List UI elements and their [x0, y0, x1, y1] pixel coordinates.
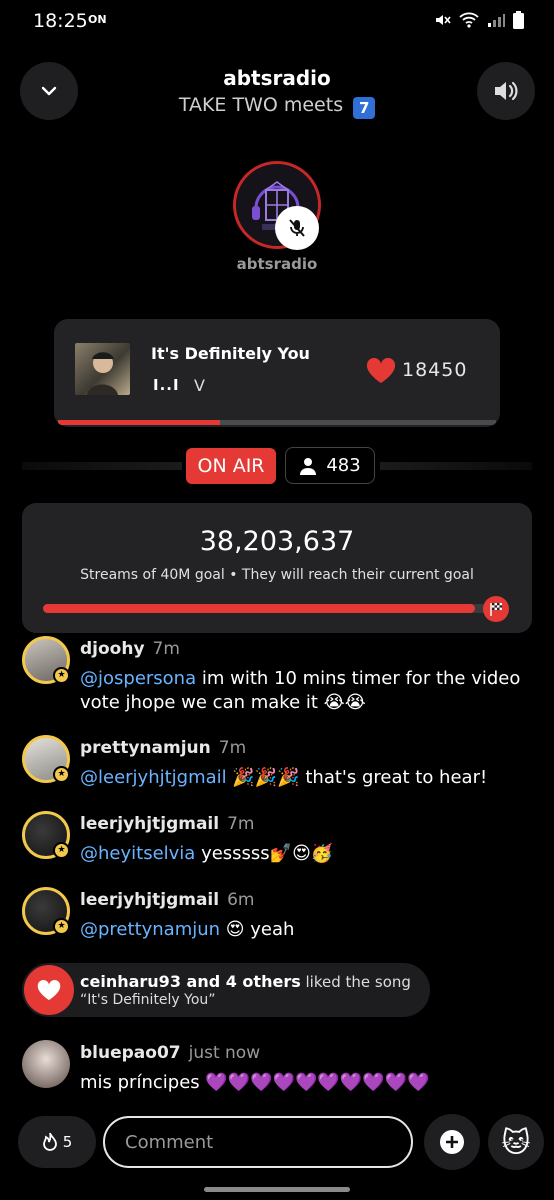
comment-username: prettynamjun — [80, 738, 211, 758]
status-time: 18:25 — [33, 10, 88, 32]
like-banner-line1: ceinharu93 and 4 others liked the song — [80, 972, 411, 991]
like-action: liked the song — [300, 973, 411, 991]
song-progress-fill — [58, 420, 221, 425]
wifi-icon — [459, 12, 479, 28]
speaker-icon — [495, 81, 518, 101]
status-icons — [433, 11, 524, 29]
status-bar: 18:25 ON — [0, 0, 554, 44]
bottom-bar: 5 🐱 — [0, 1114, 554, 1172]
comment-body: 🎉🎉🎉 that's great to hear! — [226, 767, 488, 788]
host-muted-badge — [275, 206, 319, 250]
comment-author: prettynamjun 7m — [80, 738, 246, 758]
flag-glyph — [490, 603, 502, 616]
star-badge-icon: ★ — [53, 918, 70, 935]
comment-input[interactable] — [103, 1116, 413, 1168]
checkered-flag-icon — [483, 596, 509, 622]
album-art — [75, 343, 130, 395]
room-subtitle: TAKE TWO meets 7 — [0, 94, 554, 119]
heart-icon[interactable] — [366, 358, 396, 384]
cat-emoji-button[interactable]: 🐱 — [488, 1114, 544, 1170]
mic-off-icon — [289, 219, 305, 237]
goal-progress-bar — [43, 604, 495, 613]
add-button[interactable] — [424, 1114, 480, 1170]
signal-icon — [488, 14, 505, 27]
song-liked-banner: ceinharu93 and 4 others liked the song “… — [22, 963, 430, 1017]
song-artist: V — [194, 376, 205, 395]
cat-icon: 🐱 — [501, 1125, 531, 1159]
heart-glyph — [37, 979, 61, 1000]
carrier-badge: ON — [88, 13, 107, 26]
comment-time: 7m — [152, 639, 180, 659]
star-badge-icon: ★ — [53, 842, 70, 859]
liked-song-title: “It's Definitely You” — [80, 992, 216, 1008]
comment-text: mis príncipes 💜💜💜💜💜💜💜💜💜💜 — [80, 1071, 540, 1095]
comment-body: mis príncipes 💜💜💜💜💜💜💜💜💜💜 — [80, 1072, 430, 1093]
comment-username: leerjyhjtjgmail — [80, 814, 220, 834]
comment-time: 7m — [218, 738, 247, 758]
comment-username: djoohy — [80, 639, 145, 659]
plus-circle-icon — [440, 1130, 464, 1154]
mention-link[interactable]: @jospersona — [80, 668, 196, 689]
host-name: abtsradio — [236, 255, 318, 273]
room-title: abtsradio — [223, 66, 331, 90]
stream-count: 38,203,637 — [199, 526, 355, 557]
mute-icon — [436, 15, 451, 25]
heart-icon — [24, 965, 74, 1015]
stream-goal-card: 38,203,637 Streams of 40M goal • They wi… — [22, 503, 532, 633]
comment-body: 😍 yeah — [220, 919, 295, 940]
volume-button[interactable] — [477, 62, 535, 120]
comment-author: leerjyhjtjgmail 6m — [80, 890, 254, 910]
goal-caption: Streams of 40M goal • They will reach th… — [80, 567, 474, 583]
comment-text: @jospersona im with 10 mins timer for th… — [80, 667, 540, 715]
avatar[interactable] — [22, 1040, 70, 1088]
star-badge-icon: ★ — [53, 667, 70, 684]
comment-text: @heyitselvia yesssss💅😍🥳 — [80, 842, 540, 866]
song-like-count: 18450 — [402, 359, 468, 381]
goal-progress-fill — [43, 604, 475, 613]
on-air-badge: ON AIR — [186, 448, 276, 484]
album-art-image — [87, 352, 118, 395]
comment-author: leerjyhjtjgmail 7m — [80, 814, 254, 834]
song-title: It's Definitely You — [151, 344, 310, 363]
comment-body: yesssss💅😍🥳 — [195, 843, 334, 864]
mention-link[interactable]: @prettynamjun — [80, 919, 220, 940]
likers: ceinharu93 and 4 others — [80, 972, 301, 991]
comment-author: djoohy 7m — [80, 639, 180, 659]
listener-count[interactable]: 483 — [285, 447, 375, 484]
mention-link[interactable]: @heyitselvia — [80, 843, 195, 864]
fire-button[interactable]: 5 — [18, 1116, 96, 1168]
mention-link[interactable]: @leerjyhjtjgmail — [80, 767, 227, 788]
battery-icon — [513, 11, 524, 29]
equalizer-icon: I..I — [153, 376, 180, 394]
room-subtitle-text: TAKE TWO meets — [178, 94, 344, 116]
person-icon — [300, 457, 317, 475]
comment-author: bluepao07 just now — [80, 1043, 260, 1063]
comment-username: bluepao07 — [80, 1043, 181, 1063]
star-badge-icon: ★ — [53, 766, 70, 783]
keycap-seven-emoji: 7 — [353, 97, 376, 119]
home-indicator — [204, 1187, 350, 1192]
fire-icon — [42, 1132, 57, 1151]
listener-count-value: 483 — [326, 455, 361, 476]
now-playing-card[interactable]: It's Definitely You I..I V 18450 — [54, 319, 500, 427]
song-progress-bar — [58, 420, 496, 425]
divider-right — [380, 462, 532, 470]
comment-time: 7m — [227, 814, 255, 834]
comment-time: just now — [188, 1043, 261, 1063]
comment-text: @leerjyhjtjgmail 🎉🎉🎉 that's great to hea… — [80, 766, 540, 790]
comment-text: @prettynamjun 😍 yeah — [80, 918, 540, 942]
comment-username: leerjyhjtjgmail — [80, 890, 220, 910]
divider-left — [22, 462, 182, 470]
fire-count: 5 — [62, 1133, 73, 1151]
comment-time: 6m — [227, 890, 255, 910]
